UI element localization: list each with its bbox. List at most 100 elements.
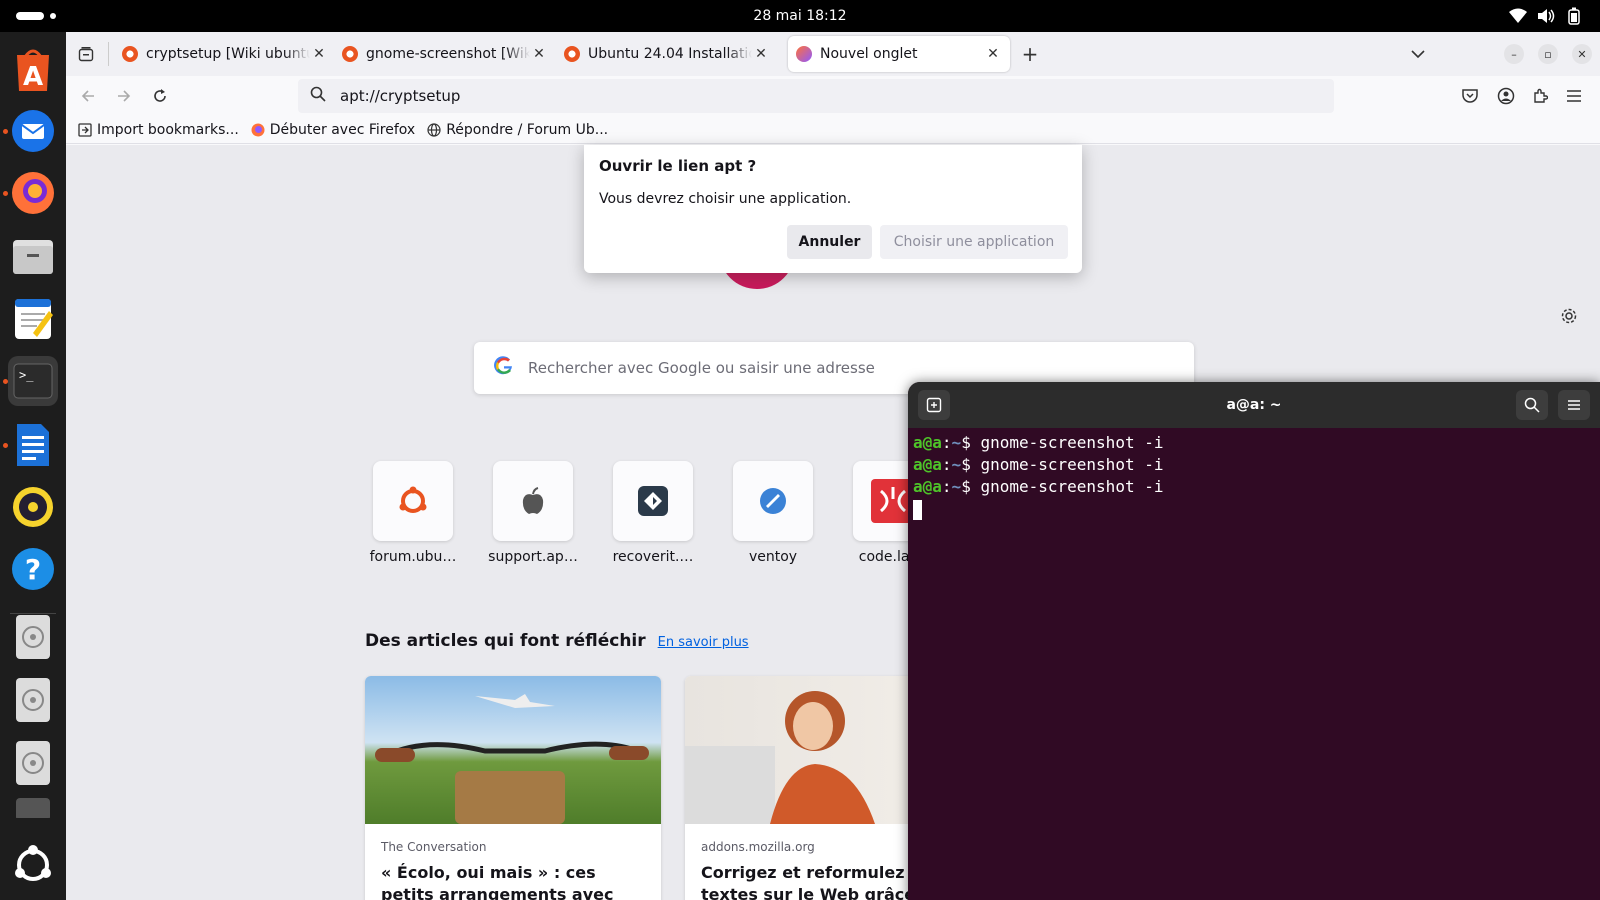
close-icon[interactable]: ✕ bbox=[984, 45, 1002, 63]
dialog-title: Ouvrir le lien apt ? bbox=[599, 157, 757, 175]
shortcut-forum-ubuntu[interactable]: forum.ubu… bbox=[363, 461, 463, 565]
terminal-window[interactable]: a@a: ~ a@a:~$ gnome-screenshot -i a@a:~$… bbox=[908, 382, 1600, 900]
terminal-line: a@a:~$ gnome-screenshot -i bbox=[913, 455, 1164, 474]
wifi-icon[interactable] bbox=[1508, 6, 1528, 26]
tab-cryptsetup[interactable]: cryptsetup [Wiki ubuntu-fr] ✕ bbox=[114, 36, 336, 72]
terminal-icon[interactable]: >_ bbox=[8, 356, 58, 406]
gear-icon[interactable] bbox=[1560, 307, 1578, 329]
volume-icon[interactable] bbox=[1536, 6, 1556, 26]
shortcut-recoverit[interactable]: recoverit.… bbox=[603, 461, 703, 565]
minimize-button[interactable]: – bbox=[1504, 44, 1524, 64]
open-link-dialog: Ouvrir le lien apt ? Vous devrez choisir… bbox=[584, 145, 1082, 273]
terminal-line: a@a:~$ gnome-screenshot -i bbox=[913, 477, 1164, 496]
disk-icon[interactable] bbox=[8, 612, 58, 662]
firefox-view-icon[interactable] bbox=[72, 40, 100, 68]
article-image-bicycle bbox=[365, 676, 661, 824]
firefox-favicon-icon bbox=[796, 46, 812, 62]
recoverit-icon bbox=[613, 461, 693, 541]
back-arrow-icon[interactable] bbox=[74, 82, 102, 110]
shortcut-ventoy[interactable]: ventoy bbox=[723, 461, 823, 565]
reload-icon[interactable] bbox=[146, 82, 174, 110]
dialog-message: Vous devrez choisir une application. bbox=[599, 191, 852, 207]
extensions-icon[interactable] bbox=[1526, 82, 1554, 110]
articles-title: Des articles qui font réfléchir bbox=[365, 631, 646, 651]
close-icon[interactable]: ✕ bbox=[530, 45, 548, 63]
bookmark-label: Import bookmarks... bbox=[97, 121, 239, 138]
search-placeholder: Rechercher avec Google ou saisir une adr… bbox=[528, 359, 875, 377]
close-icon[interactable]: ✕ bbox=[310, 45, 328, 63]
tab-separator bbox=[108, 42, 109, 66]
bookmark-label: Répondre / Forum Ub... bbox=[446, 121, 609, 138]
shortcut-label: recoverit.… bbox=[612, 549, 694, 565]
ubuntu-fr-favicon-icon bbox=[122, 46, 138, 62]
search-icon bbox=[310, 86, 326, 106]
account-icon[interactable] bbox=[1492, 82, 1520, 110]
files-icon[interactable] bbox=[8, 231, 58, 281]
text-editor-icon[interactable] bbox=[8, 294, 58, 344]
choose-application-button[interactable]: Choisir une application bbox=[880, 225, 1068, 259]
shortcut-label: forum.ubu… bbox=[369, 549, 457, 565]
firefox-icon bbox=[251, 123, 265, 137]
bookmark-forum-ubuntu[interactable]: Répondre / Forum Ub... bbox=[427, 122, 608, 138]
svg-text:A: A bbox=[23, 62, 43, 91]
shortcut-support-apple[interactable]: support.ap… bbox=[483, 461, 583, 565]
bookmark-import[interactable]: Import bookmarks... bbox=[78, 122, 239, 138]
disk-icon[interactable] bbox=[8, 794, 58, 818]
menu-icon[interactable] bbox=[1560, 82, 1588, 110]
rhythmbox-icon[interactable] bbox=[8, 482, 58, 532]
thunderbird-icon[interactable] bbox=[8, 106, 58, 156]
menu-icon[interactable] bbox=[1558, 390, 1590, 420]
clock-label[interactable]: 28 mai 18:12 bbox=[753, 8, 846, 24]
terminal-cursor bbox=[913, 500, 922, 520]
terminal-output[interactable]: a@a:~$ gnome-screenshot -i a@a:~$ gnome-… bbox=[913, 432, 1593, 520]
help-icon[interactable]: ? bbox=[8, 544, 58, 594]
ubuntu-fr-icon bbox=[373, 461, 453, 541]
navigation-bar: apt://cryptsetup bbox=[66, 76, 1600, 116]
tab-new-tab[interactable]: Nouvel onglet ✕ bbox=[788, 36, 1010, 72]
svg-text:?: ? bbox=[25, 553, 41, 586]
tab-label: Nouvel onglet bbox=[820, 46, 918, 62]
import-icon bbox=[78, 122, 92, 137]
forward-arrow-icon[interactable] bbox=[110, 82, 138, 110]
maximize-button[interactable]: ▫ bbox=[1538, 44, 1558, 64]
disk-icon[interactable] bbox=[8, 738, 58, 788]
tab-gnome-screenshot[interactable]: gnome-screenshot [Wiki ubuntu-fr] ✕ bbox=[334, 36, 556, 72]
list-all-tabs-icon[interactable] bbox=[1404, 40, 1432, 68]
tab-label: cryptsetup [Wiki ubuntu-fr] bbox=[146, 46, 310, 62]
url-text[interactable]: apt://cryptsetup bbox=[340, 87, 460, 105]
shortcut-label: support.ap… bbox=[488, 549, 578, 565]
tab-ubuntu-installation[interactable]: Ubuntu 24.04 Installation ✕ bbox=[556, 36, 778, 72]
tab-bar: cryptsetup [Wiki ubuntu-fr] ✕ gnome-scre… bbox=[66, 32, 1600, 76]
dock: A >_ ? bbox=[0, 32, 66, 900]
tab-label: gnome-screenshot [Wiki ubuntu-fr] bbox=[366, 46, 530, 62]
search-icon[interactable] bbox=[1516, 390, 1548, 420]
battery-icon[interactable] bbox=[1564, 6, 1584, 26]
clock[interactable]: 28 mai 18:12 bbox=[0, 0, 1600, 32]
google-icon bbox=[494, 356, 514, 380]
article-title: « Écolo, oui mais » : ces petits arrange… bbox=[381, 863, 614, 900]
articles-header: Des articles qui font réfléchir En savoi… bbox=[365, 631, 749, 651]
top-bar: 28 mai 18:12 bbox=[0, 0, 1600, 32]
pocket-icon[interactable] bbox=[1456, 82, 1484, 110]
shortcut-label: ventoy bbox=[748, 549, 798, 565]
globe-icon bbox=[427, 122, 441, 137]
terminal-line: a@a:~$ gnome-screenshot -i bbox=[913, 433, 1164, 452]
apple-icon bbox=[493, 461, 573, 541]
bookmarks-toolbar: Import bookmarks... Débuter avec Firefox… bbox=[66, 116, 1600, 144]
close-icon[interactable]: ✕ bbox=[752, 45, 770, 63]
article-card[interactable]: The Conversation « Écolo, oui mais » : c… bbox=[365, 676, 661, 900]
bookmark-debuter-firefox[interactable]: Débuter avec Firefox bbox=[251, 122, 415, 138]
app-center-icon[interactable]: A bbox=[8, 44, 58, 94]
ubuntu-logo-icon[interactable] bbox=[8, 840, 58, 890]
new-tab-button[interactable]: + bbox=[1016, 40, 1044, 68]
close-window-button[interactable]: ✕ bbox=[1572, 44, 1592, 64]
terminal-title: a@a: ~ bbox=[1226, 397, 1282, 413]
firefox-icon[interactable] bbox=[8, 168, 58, 218]
disk-icon[interactable] bbox=[8, 675, 58, 725]
cancel-button[interactable]: Annuler bbox=[787, 225, 872, 259]
writer-icon[interactable] bbox=[8, 420, 58, 470]
terminal-header: a@a: ~ bbox=[908, 382, 1600, 428]
url-bar[interactable]: apt://cryptsetup bbox=[298, 79, 1334, 113]
bookmark-label: Débuter avec Firefox bbox=[269, 121, 416, 138]
learn-more-link[interactable]: En savoir plus bbox=[658, 635, 749, 650]
